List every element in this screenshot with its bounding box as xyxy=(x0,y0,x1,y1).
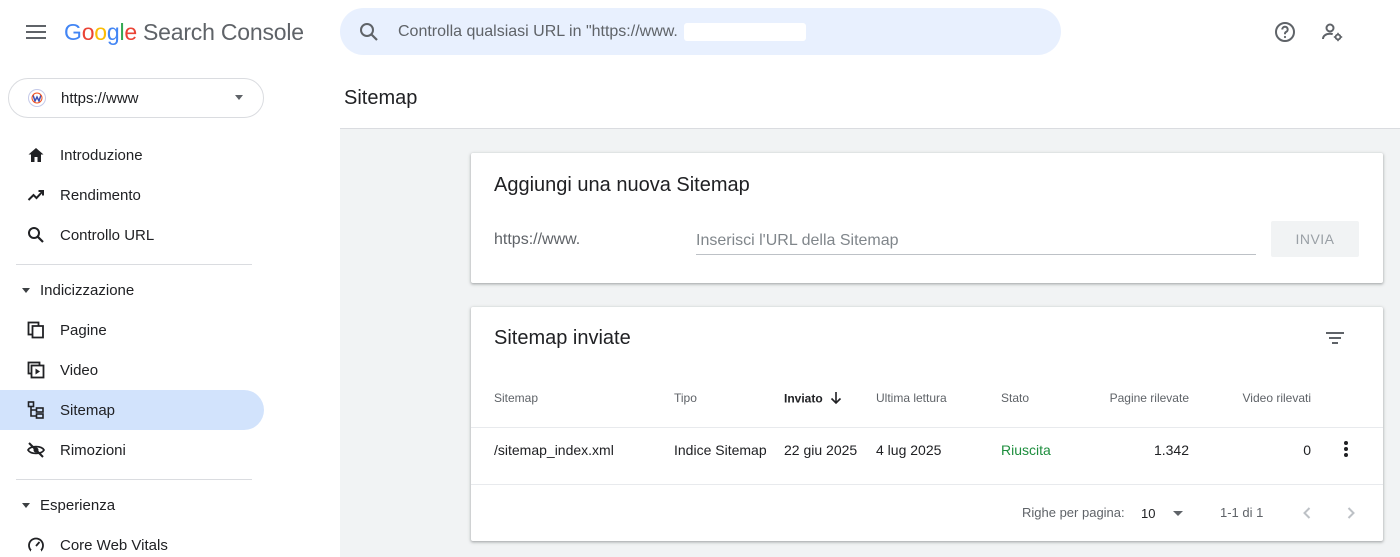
section-label: Esperienza xyxy=(40,496,116,514)
sidebar-item-label: Sitemap xyxy=(60,401,116,419)
cell-videos: 0 xyxy=(1303,442,1311,458)
sidebar-item-label: Introduzione xyxy=(60,146,143,164)
column-header-label: Inviato xyxy=(784,391,823,406)
sidebar-item-rimozioni[interactable]: Rimozioni xyxy=(0,430,264,470)
rows-per-page-label: Righe per pagina: xyxy=(1022,505,1125,520)
chevron-down-icon xyxy=(235,95,243,100)
cell-sitemap: /sitemap_index.xml xyxy=(494,442,614,458)
sidebar-item-label: Pagine xyxy=(60,321,107,339)
column-header-sitemap[interactable]: Sitemap xyxy=(494,391,538,405)
title-divider xyxy=(340,128,1400,129)
logo-letter: G xyxy=(64,19,82,45)
logo-letter: o xyxy=(81,19,95,45)
caret-down-icon xyxy=(22,502,30,508)
url-inspection-search[interactable]: Controlla qualsiasi URL in "https://www. xyxy=(340,8,1061,55)
top-bar: Google Search Console Controlla qualsiasi… xyxy=(0,0,1400,64)
home-icon xyxy=(27,146,45,164)
column-header-stato[interactable]: Stato xyxy=(1001,391,1029,405)
column-header-pagine-rilevate[interactable]: Pagine rilevate xyxy=(1089,391,1189,405)
cell-pages: 1.342 xyxy=(1153,442,1189,458)
sidebar-item-label: Controllo URL xyxy=(60,226,155,244)
rows-per-page-select[interactable]: 10 xyxy=(1141,503,1189,523)
sidebar-item-label: Rendimento xyxy=(60,186,141,204)
redacted-domain xyxy=(142,91,233,105)
card-title: Aggiungi una nuova Sitemap xyxy=(494,174,750,196)
next-page-icon[interactable] xyxy=(1339,501,1363,525)
chevron-down-icon xyxy=(1173,510,1184,516)
column-header-video-rilevati[interactable]: Video rilevati xyxy=(1211,391,1311,405)
sitemap-url-prefix: https://www. xyxy=(494,231,581,248)
cell-status: Riuscita xyxy=(1001,442,1051,458)
sidebar-item-introduzione[interactable]: Introduzione xyxy=(0,135,264,175)
menu-icon[interactable] xyxy=(22,20,50,44)
sidebar-item-core-web-vitals[interactable]: Core Web Vitals xyxy=(0,525,264,557)
gauge-icon xyxy=(27,536,45,554)
property-url: https://www xyxy=(61,89,139,107)
add-sitemap-card: Aggiungi una nuova Sitemap https://www. … xyxy=(471,153,1383,283)
logo-letter: g xyxy=(106,19,120,45)
previous-page-icon[interactable] xyxy=(1295,501,1319,525)
caret-down-icon xyxy=(22,287,30,293)
sidebar-item-label: Rimozioni xyxy=(60,441,126,459)
cell-submitted: 22 giu 2025 xyxy=(784,442,858,458)
section-esperienza[interactable]: Esperienza xyxy=(0,485,264,525)
sidebar-divider xyxy=(16,264,252,265)
more-options-icon[interactable] xyxy=(1338,437,1354,461)
search-icon xyxy=(27,226,45,244)
rows-per-page-value: 10 xyxy=(1141,505,1156,521)
sidebar-item-label: Video xyxy=(60,361,99,379)
submit-sitemap-button[interactable]: INVIA xyxy=(1271,221,1359,257)
property-favicon-icon xyxy=(28,89,46,107)
sidebar-item-rendimento[interactable]: Rendimento xyxy=(0,175,264,215)
card-title: Sitemap inviate xyxy=(494,327,631,349)
product-name: Search Console xyxy=(143,19,304,45)
sidebar-item-video[interactable]: Video xyxy=(0,350,264,390)
sidebar-item-pagine[interactable]: Pagine xyxy=(0,310,264,350)
filter-icon[interactable] xyxy=(1323,326,1347,350)
search-icon xyxy=(358,21,380,43)
section-label: Indicizzazione xyxy=(40,281,135,299)
settings-user-icon[interactable] xyxy=(1320,20,1344,44)
eye-off-icon xyxy=(26,441,46,459)
video-icon xyxy=(27,361,45,379)
logo-letter: e xyxy=(124,19,137,45)
sidebar-divider xyxy=(16,479,252,480)
page-title: Sitemap xyxy=(344,87,418,109)
pages-icon xyxy=(27,321,45,339)
sitemap-icon xyxy=(27,401,45,419)
help-icon[interactable] xyxy=(1273,20,1297,44)
row-divider xyxy=(471,484,1383,485)
section-indicizzazione[interactable]: Indicizzazione xyxy=(0,270,264,310)
sidebar-item-controllo-url[interactable]: Controllo URL xyxy=(0,215,264,255)
column-header-ultima-lettura[interactable]: Ultima lettura xyxy=(876,391,947,405)
submitted-sitemaps-card: Sitemap inviate Sitemap Tipo Inviato Ult… xyxy=(471,307,1383,541)
sidebar-item-label: Core Web Vitals xyxy=(60,536,168,554)
column-header-tipo[interactable]: Tipo xyxy=(674,391,697,405)
sitemap-url-input[interactable] xyxy=(696,227,1256,255)
logo-letter: o xyxy=(94,19,107,45)
row-divider xyxy=(471,427,1383,428)
cell-type: Indice Sitemap xyxy=(674,442,767,458)
sidebar-item-sitemap[interactable]: Sitemap xyxy=(0,390,264,430)
arrow-down-icon xyxy=(830,391,842,408)
property-selector[interactable]: https://www xyxy=(8,78,264,118)
google-search-console-logo[interactable]: Google Search Console xyxy=(64,19,304,46)
cell-last-read: 4 lug 2025 xyxy=(876,442,942,458)
pagination-range: 1-1 di 1 xyxy=(1220,505,1264,520)
trending-up-icon xyxy=(27,186,45,204)
search-placeholder: Controlla qualsiasi URL in "https://www. xyxy=(398,22,678,40)
column-header-inviato[interactable]: Inviato xyxy=(784,391,842,408)
redacted-domain xyxy=(683,22,806,41)
